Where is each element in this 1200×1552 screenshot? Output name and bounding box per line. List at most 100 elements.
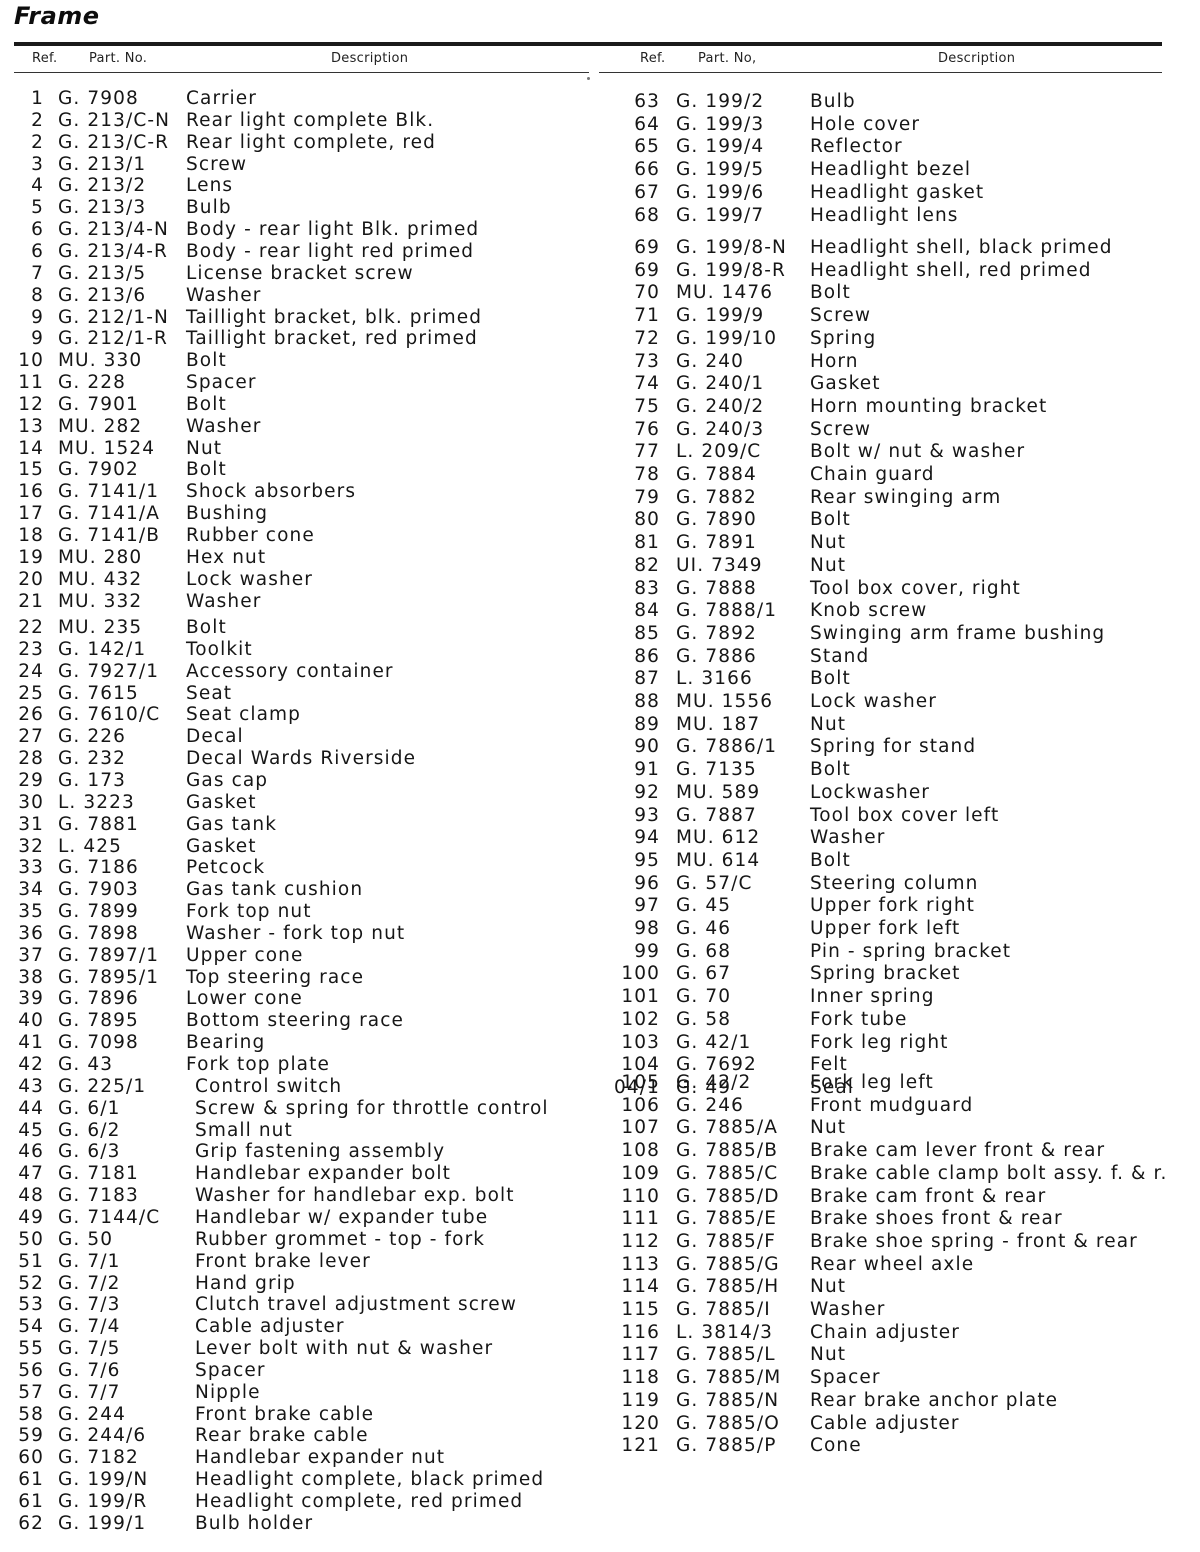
ref-number: 32 [18,835,44,857]
part-number: G. 68 [676,940,732,962]
part-description: Bolt [186,617,227,638]
part-description: Washer [810,1299,886,1320]
part-description: Pin - spring bracket [810,940,1012,962]
part-number: G. 213/C-R [58,131,170,153]
ref-number: 8 [31,284,44,306]
part-number: G. 7895/1 [58,966,160,988]
part-number: G. 240/3 [676,418,765,440]
part-description: Decal Wards Riverside [186,748,417,770]
part-number: G. 7/5 [58,1338,121,1360]
part-description: Fork tube [810,1008,908,1030]
ref-number: 93 [634,804,660,826]
part-number: G. 199/5 [676,159,765,181]
part-number: G. 43 [58,1054,114,1075]
ref-number: 63 [634,91,660,112]
ref-number: 40 [18,1010,44,1032]
part-description: Top steering race [186,966,365,988]
part-number: MU. 332 [58,590,143,612]
ref-number: 48 [18,1185,44,1207]
header-part-no-right: Part. No, [698,51,757,66]
part-number: G. 42/2 [676,1072,752,1093]
ref-number: 37 [18,944,44,966]
part-description: Chain guard [810,464,935,485]
part-number: G. 7902 [58,459,139,481]
header-description-right: Description [938,51,1016,66]
part-description: Bolt w/ nut & washer [810,441,1026,463]
ref-number: 44 [18,1097,44,1119]
part-number: G. 7885/G [676,1253,780,1275]
part-description: Bolt [186,393,227,415]
part-number: MU. 612 [676,827,761,849]
ref-number: 88 [634,691,660,712]
part-number: G. 58 [676,1008,732,1030]
part-description: Bolt [810,759,851,781]
part-description: Spring [810,327,877,349]
part-number: G. 7181 [58,1163,139,1185]
part-number: G. 7899 [58,901,139,923]
part-number: G. 226 [58,726,127,748]
ref-number: 31 [18,813,44,835]
part-description: Spacer [186,372,257,394]
part-description: Lower cone [186,988,303,1010]
ref-number: 109 [621,1162,660,1184]
ref-number: 15 [18,459,44,481]
part-number: G. 7886/1 [676,736,778,758]
part-number: G. 199/N [58,1469,149,1491]
ref-number: 113 [621,1253,660,1275]
part-description: Bottom steering race [186,1010,404,1032]
part-description: Lockwasher [810,781,931,803]
ref-number: 29 [18,769,44,791]
ref-number: 6 [31,240,44,262]
part-number: G. 7881 [58,813,139,835]
part-number: G. 173 [58,769,127,791]
ref-number: 55 [18,1338,44,1360]
ref-number: 2 [31,131,44,153]
part-number: G. 246 [676,1094,745,1116]
part-description: Washer [186,590,262,612]
ref-number: 85 [634,622,660,644]
part-description: Shock absorbers [186,481,357,503]
part-number: G. 6/1 [58,1097,121,1119]
part-description: Rear brake cable [195,1425,369,1447]
part-number: G. 199/8-R [676,259,786,281]
ref-number: 35 [18,901,44,923]
part-description: Toolkit [186,638,253,660]
part-description: Spring bracket [810,963,961,985]
part-number: G. 7/3 [58,1294,121,1316]
part-number: G. 213/4-R [58,240,168,262]
ref-number: 60 [18,1447,44,1469]
part-number: G. 228 [58,372,127,394]
part-number: G. 6/3 [58,1141,121,1163]
part-number: G. 7888/1 [676,600,778,622]
ref-number: 4 [31,175,44,197]
part-description: Bolt [186,350,227,372]
ref-number: 86 [634,645,660,667]
part-description: Bolt [810,668,851,690]
ref-number: 21 [18,590,44,612]
part-number: G. 45 [676,895,732,917]
ref-number: 30 [18,791,44,813]
part-number: G. 7885/E [676,1208,777,1230]
part-description: Rear swinging arm [810,486,1002,508]
part-description: Gas cap [186,769,269,791]
ref-number: 106 [621,1094,660,1116]
part-description: Chain adjuster [810,1321,960,1343]
header-part-no-left: Part. No. [89,51,148,66]
part-number: G. 213/6 [58,284,147,306]
part-description: Screw [810,305,872,327]
ref-number: 25 [18,682,44,704]
part-description: Headlight bezel [810,159,972,181]
part-description: Brake shoe spring - front & rear [810,1230,1138,1252]
part-number: MU. 1524 [58,437,156,459]
ref-number: 57 [18,1381,44,1403]
part-description: Inner spring [810,986,935,1008]
part-number: MU. 614 [676,849,761,871]
part-number: MU. 1476 [676,282,774,304]
part-number: G. 7892 [676,622,757,644]
ref-number: 108 [621,1140,660,1162]
part-description: Gas tank [186,813,278,835]
ref-number: 22 [18,617,44,638]
part-description: Nipple [195,1381,261,1403]
ref-number: 103 [621,1031,660,1053]
part-number: G. 213/1 [58,153,147,175]
